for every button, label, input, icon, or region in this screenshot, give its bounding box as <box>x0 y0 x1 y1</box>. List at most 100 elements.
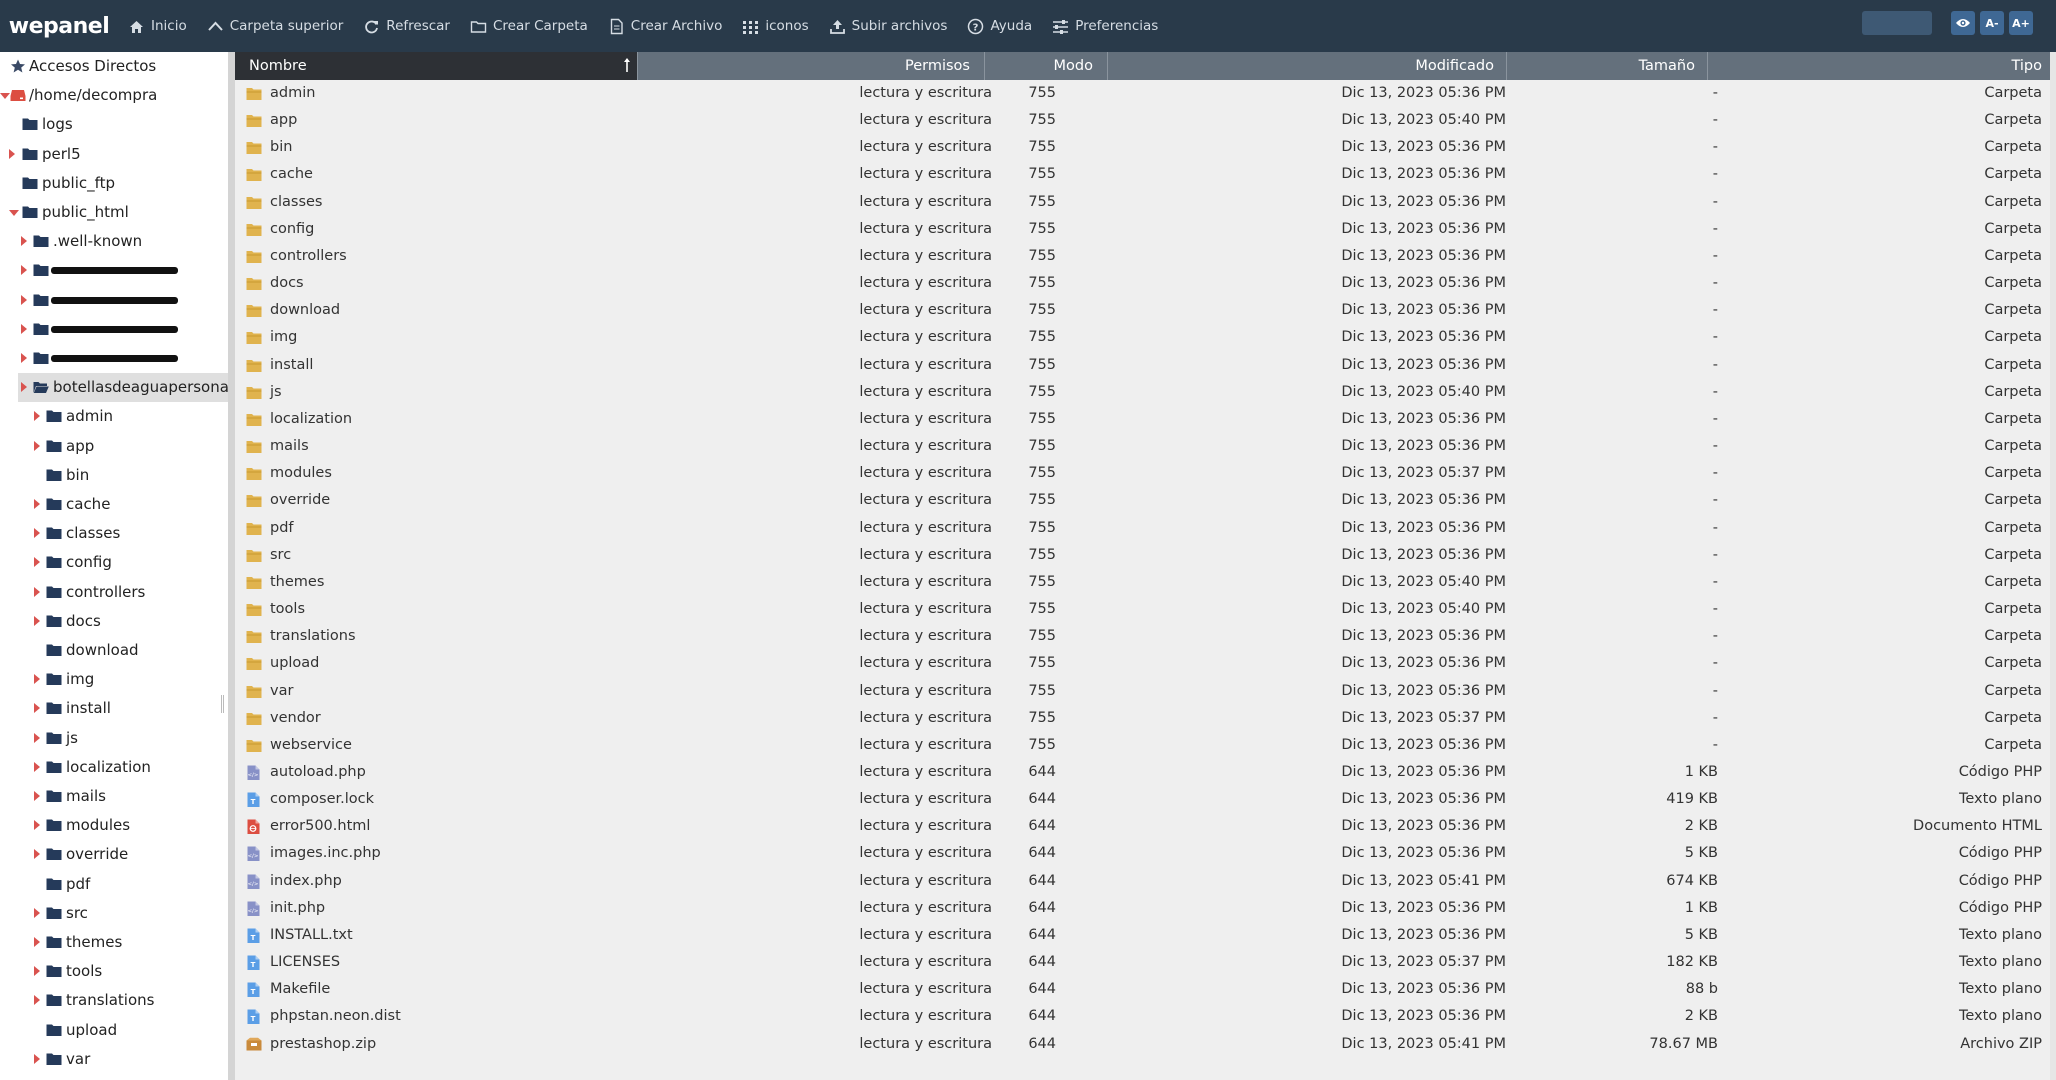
sidebar-item-upload[interactable]: upload <box>0 1016 228 1045</box>
file-row[interactable]: T LICENSES lectura y escritura 644 Dic 13, 2… <box>235 949 2056 976</box>
expand-caret-icon[interactable] <box>34 762 40 772</box>
expand-caret-icon[interactable] <box>21 265 27 275</box>
folder-row[interactable]: themes lectura y escritura 755 Dic 13, 2023… <box>235 569 2056 596</box>
folder-row[interactable]: download lectura y escritura 755 Dic 13, 20… <box>235 297 2056 324</box>
expand-caret-icon[interactable] <box>34 791 40 801</box>
toolbar-refrescar-button[interactable]: Refrescar <box>353 0 460 52</box>
file-row[interactable]: prestashop.zip lectura y escritura 644 Dic … <box>235 1031 2056 1058</box>
expand-caret-icon[interactable] <box>34 441 40 451</box>
sidebar-item-redacted[interactable] <box>0 344 228 373</box>
expand-caret-icon[interactable] <box>34 995 40 1005</box>
toolbar-crear-archivo-button[interactable]: Crear Archivo <box>598 0 733 52</box>
sidebar-item-cache[interactable]: cache <box>0 490 228 519</box>
expand-caret-icon[interactable] <box>34 587 40 597</box>
sidebar-item-redacted[interactable] <box>0 256 228 285</box>
sidebar-item-controllers[interactable]: controllers <box>0 578 228 607</box>
expand-caret-icon[interactable] <box>34 499 40 509</box>
sidebar-item-localization[interactable]: localization <box>0 753 228 782</box>
column-header-tamano[interactable]: Tamaño <box>1506 52 1707 80</box>
sidebar-item-js[interactable]: js <box>0 724 228 753</box>
folder-row[interactable]: mails lectura y escritura 755 Dic 13, 2023 … <box>235 433 2056 460</box>
column-header-modificado[interactable]: Modificado <box>1107 52 1506 80</box>
sidebar-item-logs[interactable]: logs <box>0 110 228 139</box>
folder-row[interactable]: bin lectura y escritura 755 Dic 13, 2023 05… <box>235 134 2056 161</box>
expand-caret-icon[interactable] <box>34 937 40 947</box>
vertical-scrollbar[interactable] <box>2050 52 2056 1080</box>
sidebar-item-app[interactable]: app <box>0 432 228 461</box>
sidebar-item-well-known[interactable]: .well-known <box>0 227 228 256</box>
folder-row[interactable]: classes lectura y escritura 755 Dic 13, 202… <box>235 189 2056 216</box>
folder-row[interactable]: localization lectura y escritura 755 Dic 13… <box>235 406 2056 433</box>
file-row[interactable]: </> autoload.php lectura y escritura 644 Dic… <box>235 759 2056 786</box>
sidebar-item-botellasdeaguapersonaliz[interactable]: botellasdeaguapersonaliz <box>18 373 228 402</box>
pane-splitter[interactable] <box>228 52 235 1080</box>
folder-row[interactable]: pdf lectura y escritura 755 Dic 13, 2023 05… <box>235 515 2056 542</box>
sidebar-item-src[interactable]: src <box>0 899 228 928</box>
folder-row[interactable]: img lectura y escritura 755 Dic 13, 2023 05… <box>235 324 2056 351</box>
expand-caret-icon[interactable] <box>21 236 27 246</box>
view-toggle-button[interactable] <box>1951 11 1975 35</box>
folder-row[interactable]: app lectura y escritura 755 Dic 13, 2023 05… <box>235 107 2056 134</box>
expand-caret-icon[interactable] <box>34 908 40 918</box>
sidebar-item-bin[interactable]: bin <box>0 461 228 490</box>
folder-row[interactable]: webservice lectura y escritura 755 Dic 13, … <box>235 732 2056 759</box>
expand-caret-icon[interactable] <box>34 528 40 538</box>
collapse-caret-icon[interactable] <box>0 93 10 99</box>
expand-caret-icon[interactable] <box>21 353 27 363</box>
file-row[interactable]: T Makefile lectura y escritura 644 Dic 13, 2… <box>235 976 2056 1003</box>
folder-row[interactable]: vendor lectura y escritura 755 Dic 13, 2023… <box>235 705 2056 732</box>
expand-caret-icon[interactable] <box>34 849 40 859</box>
app-logo[interactable]: wepanel <box>0 0 118 52</box>
folder-row[interactable]: translations lectura y escritura 755 Dic 13… <box>235 623 2056 650</box>
sidebar-item-pdf[interactable]: pdf <box>0 870 228 899</box>
expand-caret-icon[interactable] <box>34 1054 40 1064</box>
expand-caret-icon[interactable] <box>34 703 40 713</box>
expand-caret-icon[interactable] <box>34 674 40 684</box>
column-header-modo[interactable]: Modo <box>984 52 1107 80</box>
sidebar-item-config[interactable]: config <box>0 548 228 577</box>
sidebar-item-public-ftp[interactable]: public_ftp <box>0 169 228 198</box>
sidebar-item-redacted[interactable] <box>0 315 228 344</box>
sidebar-item-docs[interactable]: docs <box>0 607 228 636</box>
folder-row[interactable]: js lectura y escritura 755 Dic 13, 2023 05:… <box>235 379 2056 406</box>
font-larger-button[interactable]: A+ <box>2009 11 2033 35</box>
folder-row[interactable]: tools lectura y escritura 755 Dic 13, 2023 … <box>235 596 2056 623</box>
expand-caret-icon[interactable] <box>21 324 27 334</box>
folder-row[interactable]: var lectura y escritura 755 Dic 13, 2023 05… <box>235 678 2056 705</box>
expand-caret-icon[interactable] <box>34 733 40 743</box>
folder-row[interactable]: install lectura y escritura 755 Dic 13, 202… <box>235 352 2056 379</box>
collapse-caret-icon[interactable] <box>9 210 19 216</box>
expand-caret-icon[interactable] <box>9 149 15 159</box>
sidebar-item-home-decompra[interactable]: /home/decompra <box>0 81 228 110</box>
search-box[interactable] <box>1862 11 1933 35</box>
file-row[interactable]: </> init.php lectura y escritura 644 Dic 13,… <box>235 895 2056 922</box>
column-header-permisos[interactable]: Permisos <box>637 52 984 80</box>
folder-row[interactable]: src lectura y escritura 755 Dic 13, 2023 05… <box>235 542 2056 569</box>
toolbar-ayuda-button[interactable]: ? Ayuda <box>957 0 1042 52</box>
folder-row[interactable]: cache lectura y escritura 755 Dic 13, 2023 … <box>235 161 2056 188</box>
expand-caret-icon[interactable] <box>21 382 27 392</box>
file-row[interactable]: </> images.inc.php lectura y escritura 644 D… <box>235 840 2056 867</box>
toolbar-subir-archivos-button[interactable]: Subir archivos <box>819 0 958 52</box>
folder-row[interactable]: controllers lectura y escritura 755 Dic 13,… <box>235 243 2056 270</box>
toolbar-crear-carpeta-button[interactable]: Crear Carpeta <box>460 0 598 52</box>
splitter-grip[interactable] <box>221 695 224 713</box>
file-row[interactable]: error500.html lectura y escritura 644 Dic 1… <box>235 813 2056 840</box>
sidebar-item-install[interactable]: install <box>0 694 228 723</box>
expand-caret-icon[interactable] <box>34 557 40 567</box>
toolbar-inicio-button[interactable]: Inicio <box>118 0 197 52</box>
sidebar-item-var[interactable]: var <box>0 1045 228 1074</box>
file-row[interactable]: </> index.php lectura y escritura 644 Dic 13… <box>235 868 2056 895</box>
folder-row[interactable]: override lectura y escritura 755 Dic 13, 20… <box>235 487 2056 514</box>
search-input[interactable] <box>1871 13 1933 33</box>
folder-row[interactable]: modules lectura y escritura 755 Dic 13, 202… <box>235 460 2056 487</box>
sidebar-item-themes[interactable]: themes <box>0 928 228 957</box>
toolbar-carpeta-superior-button[interactable]: Carpeta superior <box>197 0 354 52</box>
sidebar-item-translations[interactable]: translations <box>0 986 228 1015</box>
file-row[interactable]: Tphpstan.neon.dist lectura y escritura 644… <box>235 1003 2056 1030</box>
expand-caret-icon[interactable] <box>34 966 40 976</box>
column-header-tipo[interactable]: Tipo <box>1707 52 2056 80</box>
sidebar-item-download[interactable]: download <box>0 636 228 665</box>
expand-caret-icon[interactable] <box>34 411 40 421</box>
toolbar-iconos-button[interactable]: iconos <box>732 0 818 52</box>
